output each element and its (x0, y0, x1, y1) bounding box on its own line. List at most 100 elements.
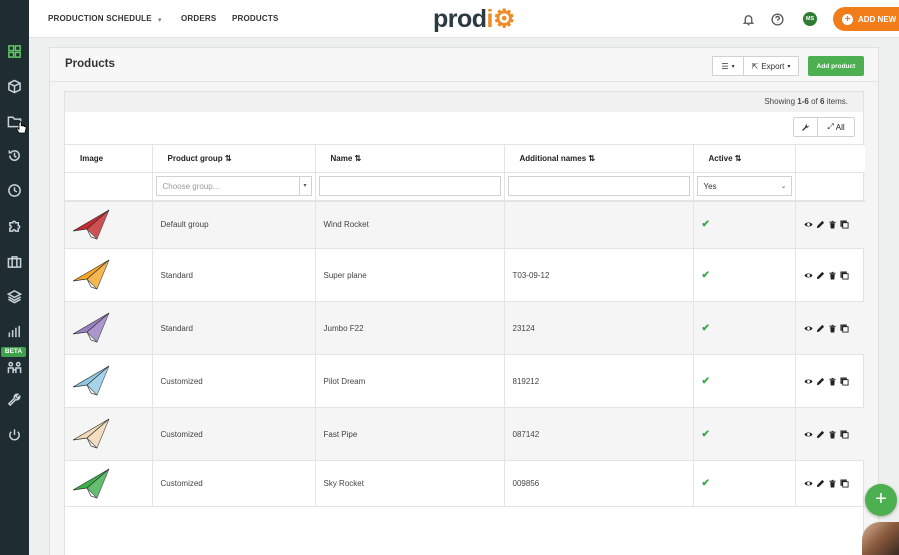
plus-icon: + (842, 13, 853, 25)
edit-icon[interactable] (816, 220, 825, 229)
additional-names-cell: 009856 (504, 460, 694, 507)
product-image-cell (65, 354, 153, 408)
top-navigation: PRODUCTION SCHEDULE ▾ ORDERS PRODUCTS pr… (29, 0, 899, 38)
active-cell: ✔ (693, 354, 796, 408)
people-icon[interactable] (0, 353, 29, 381)
paper-plane-icon (72, 418, 110, 449)
product-image-cell (65, 407, 153, 461)
filter-row: Choose group... ▾ Yes ⌄ (65, 172, 865, 202)
view-icon[interactable] (803, 271, 813, 280)
delete-icon[interactable] (828, 479, 837, 488)
bar-chart-icon[interactable] (0, 317, 29, 345)
box-icon[interactable] (0, 72, 29, 100)
history-icon[interactable] (0, 141, 29, 169)
prodio-logo[interactable]: prodi⚙ (433, 4, 515, 34)
delete-icon[interactable] (828, 271, 837, 280)
add-product-button[interactable]: Add product (808, 56, 864, 76)
duplicate-icon[interactable] (839, 376, 849, 386)
check-icon: ✔ (701, 219, 710, 231)
page-title: Products (65, 58, 115, 70)
delete-icon[interactable] (828, 430, 837, 439)
edit-icon[interactable] (816, 479, 825, 488)
table-row[interactable]: Standard Super plane T03-09-12 ✔ (65, 248, 865, 302)
additional-names-filter-input[interactable] (507, 176, 690, 197)
actions-cell (795, 460, 865, 507)
wrench-icon[interactable] (794, 118, 818, 136)
duplicate-icon[interactable] (839, 323, 849, 333)
column-header-name[interactable]: Name ⇅ (315, 144, 505, 173)
name-filter-input[interactable] (318, 176, 501, 197)
dashboard-icon[interactable] (0, 37, 29, 65)
user-avatar[interactable]: MS (803, 12, 817, 26)
view-icon[interactable] (803, 220, 813, 229)
column-header-actions (795, 144, 865, 173)
puzzle-icon[interactable] (0, 211, 29, 239)
table-row[interactable]: Customized Sky Rocket 009856 ✔ (65, 460, 865, 507)
delete-icon[interactable] (828, 220, 837, 229)
paper-plane-icon (72, 312, 110, 343)
group-filter-select[interactable]: Choose group... ▾ (155, 176, 312, 197)
view-icon[interactable] (803, 479, 813, 488)
column-header-additional-names[interactable]: Additional names ⇅ (504, 144, 694, 173)
view-icon[interactable] (803, 430, 813, 439)
briefcase-icon[interactable] (0, 247, 29, 275)
product-name-cell: Wind Rocket (315, 200, 505, 249)
duplicate-icon[interactable] (839, 429, 849, 439)
column-header-product-group[interactable]: Product group ⇅ (152, 144, 316, 173)
edit-icon[interactable] (816, 324, 825, 333)
product-image-cell (65, 200, 153, 249)
chevron-down-icon: ⌄ (780, 183, 787, 191)
power-icon[interactable] (0, 421, 29, 449)
expand-all-button[interactable]: ⤢ All (818, 118, 854, 136)
table-row[interactable]: Customized Fast Pipe 087142 ✔ (65, 407, 865, 461)
active-filter-select[interactable]: Yes ⌄ (696, 176, 792, 197)
chevron-down-icon: ▾ (731, 63, 735, 70)
chevron-down-icon[interactable]: ▾ (158, 16, 162, 24)
view-icon[interactable] (803, 377, 813, 386)
product-name-cell: Sky Rocket (315, 460, 505, 507)
edit-icon[interactable] (816, 377, 825, 386)
additional-names-cell (504, 200, 694, 249)
products-table: Image Product group ⇅ Name ⇅ Additional … (65, 144, 865, 507)
duplicate-icon[interactable] (839, 479, 849, 488)
paper-plane-icon (72, 468, 110, 499)
nav-products[interactable]: PRODUCTS (232, 14, 279, 23)
table-row[interactable]: Standard Jumbo F22 23124 ✔ (65, 301, 865, 355)
chevron-down-icon: ▾ (298, 177, 311, 196)
table-row[interactable]: Default group Wind Rocket ✔ (65, 200, 865, 249)
actions-cell (795, 200, 865, 249)
check-icon: ✔ (701, 322, 710, 334)
duplicate-icon[interactable] (839, 220, 849, 229)
floating-add-button[interactable]: + (865, 484, 897, 516)
add-new-button[interactable]: + ADD NEW (833, 7, 899, 31)
bell-icon[interactable] (740, 11, 756, 27)
product-image-cell (65, 460, 153, 507)
column-header-active[interactable]: Active ⇅ (693, 144, 796, 173)
view-icon[interactable] (803, 324, 813, 333)
delete-icon[interactable] (828, 377, 837, 386)
support-chat-avatar[interactable] (862, 522, 899, 555)
view-options-button[interactable]: ☰ ▾ (712, 56, 744, 76)
product-name-cell: Fast Pipe (315, 407, 505, 461)
wrench-icon[interactable] (0, 385, 29, 413)
duplicate-icon[interactable] (839, 270, 849, 280)
edit-icon[interactable] (816, 271, 825, 280)
product-group-cell: Customized (152, 460, 316, 507)
export-button[interactable]: ⇱ Export ▾ (743, 56, 799, 76)
additional-names-cell: 23124 (504, 301, 694, 355)
product-image-cell (65, 301, 153, 355)
expand-all-label: All (835, 122, 845, 132)
nav-orders[interactable]: ORDERS (181, 14, 216, 23)
edit-icon[interactable] (816, 430, 825, 439)
help-icon[interactable] (769, 11, 785, 27)
nav-production-schedule[interactable]: PRODUCTION SCHEDULE (48, 14, 152, 23)
additional-names-cell: T03-09-12 (504, 248, 694, 302)
expand-icon: ⤢ (827, 122, 834, 131)
delete-icon[interactable] (828, 324, 837, 333)
clock-icon[interactable] (0, 176, 29, 204)
layers-icon[interactable] (0, 282, 29, 310)
active-cell: ✔ (693, 301, 796, 355)
add-new-label: ADD NEW (858, 14, 897, 24)
column-header-image: Image (65, 144, 153, 173)
table-row[interactable]: Customized Pilot Dream 819212 ✔ (65, 354, 865, 408)
